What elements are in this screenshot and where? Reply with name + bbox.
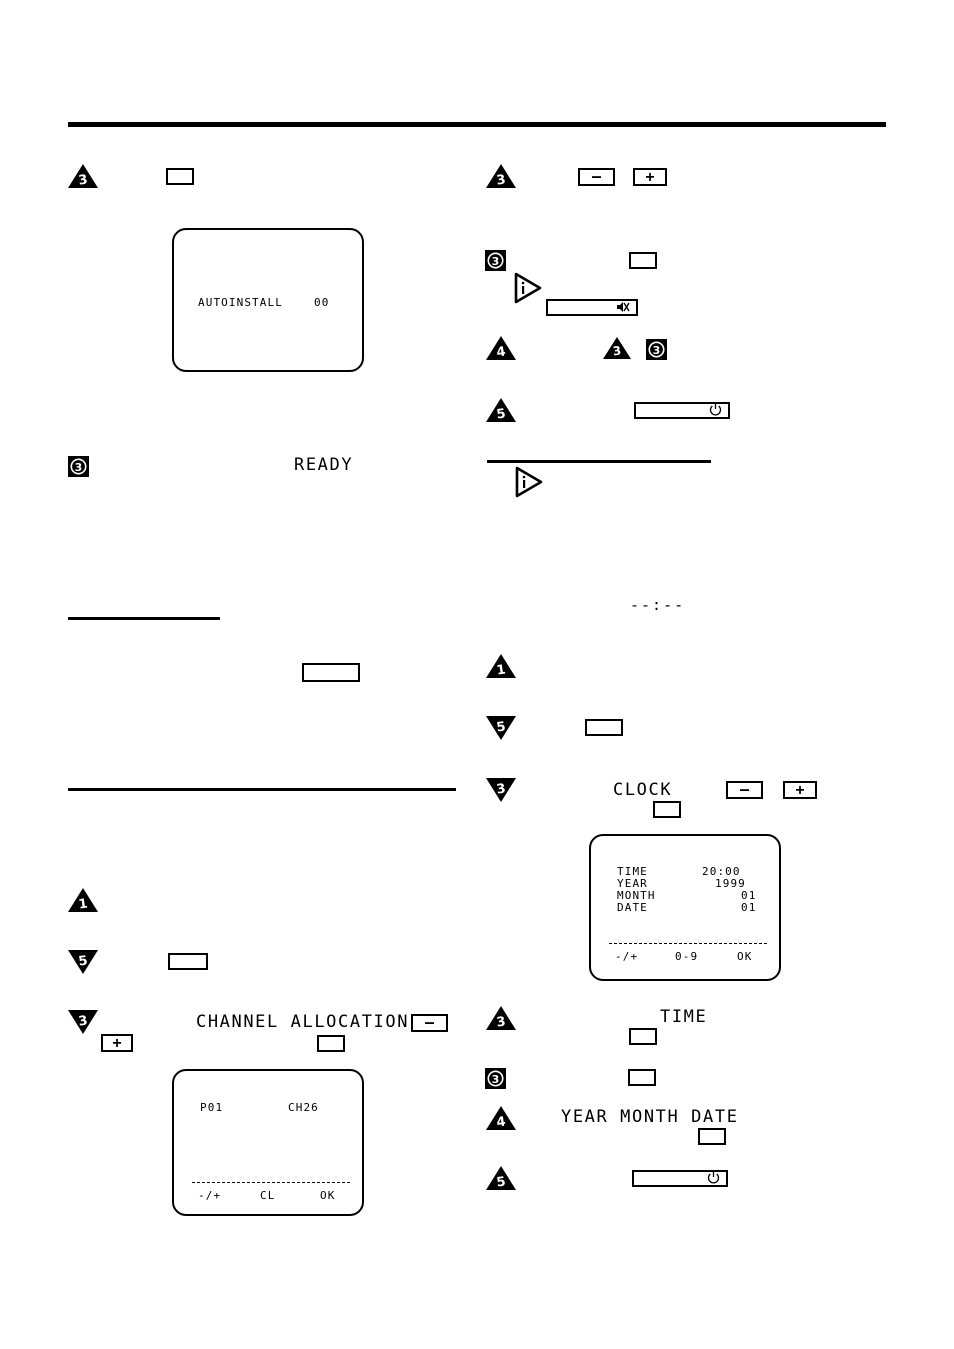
minus-key-right-1[interactable]: – (578, 168, 615, 186)
osd-channel: CH26 (288, 1101, 319, 1114)
step-marker-right-3b: 3 (485, 250, 506, 271)
minus-key-right-2[interactable]: – (726, 781, 763, 799)
clock-text: CLOCK (613, 780, 673, 800)
svg-text:3: 3 (653, 344, 661, 357)
blank-key-right-2[interactable] (585, 719, 623, 736)
osd-divider-channel (192, 1182, 350, 1183)
manual-page: 3 AUTOINSTALL 00 3 READY 1 5 3 CHANNEL A… (0, 0, 954, 1349)
year-month-date-text: YEAR MONTH DATE (561, 1107, 739, 1127)
step-marker-right-3e: 3 (485, 1068, 506, 1089)
tv-screen-clock: TIME 20:00 YEAR 1999 MONTH 01 DATE 01 -/… (589, 834, 781, 981)
osd-clock-footer-ok: OK (737, 950, 753, 963)
osd-footer-plusminus: -/+ (198, 1189, 222, 1202)
i-play-icon-2 (514, 466, 544, 502)
step-marker-right-4: 4 (486, 336, 516, 360)
osd-divider-clock (609, 943, 767, 944)
blank-key-right-4[interactable] (629, 1028, 657, 1045)
osd-autoinstall-value: 00 (314, 296, 330, 309)
time-text: TIME (660, 1007, 708, 1027)
step-marker-right-4b: 4 (486, 1106, 516, 1130)
ready-text: READY (294, 455, 354, 475)
step-marker-left-5: 5 (68, 950, 98, 974)
osd-autoinstall-label: AUTOINSTALL (198, 296, 283, 309)
blank-key-right-3[interactable] (653, 801, 681, 818)
blank-key-right-5[interactable] (628, 1069, 656, 1086)
minus-key-right-1-label: – (591, 167, 602, 186)
power-key-1[interactable] (634, 402, 730, 419)
minus-key-left-label: – (424, 1013, 435, 1032)
step-marker-right-3a: 3 (486, 164, 516, 188)
svg-text:3: 3 (492, 255, 500, 268)
blank-key-right-6[interactable] (698, 1128, 726, 1145)
step-marker-left-1: 1 (68, 888, 98, 912)
minus-key-left[interactable]: – (411, 1014, 448, 1032)
plus-key-left[interactable]: + (101, 1034, 133, 1052)
osd-program: P01 (200, 1101, 224, 1114)
i-play-icon-1 (513, 272, 543, 308)
step-marker-left-3c: 3 (68, 1010, 98, 1034)
step-marker-right-1: 1 (486, 654, 516, 678)
blank-key-left-2[interactable] (302, 663, 360, 682)
blank-key-right-1[interactable] (629, 252, 657, 269)
osd-clock-footer-plusminus: -/+ (615, 950, 639, 963)
minus-key-right-2-label: – (739, 780, 750, 799)
svg-text:3: 3 (75, 461, 83, 474)
ref-marker-right-3b: 3 (646, 339, 667, 360)
plus-key-right-2[interactable]: + (783, 781, 817, 799)
step-marker-left-3b: 3 (68, 456, 89, 477)
osd-footer-ok: OK (320, 1189, 336, 1202)
step-marker-right-3d: 3 (486, 1006, 516, 1030)
osd-footer-cl: CL (260, 1189, 276, 1202)
osd-clock-label-3: DATE (617, 901, 648, 914)
blank-key-left-3[interactable] (168, 953, 208, 970)
mute-speaker-icon (616, 300, 630, 316)
step-marker-right-5b: 5 (486, 716, 516, 740)
header-rule (68, 122, 886, 127)
step-marker-left-3a: 3 (68, 164, 98, 188)
step-marker-right-5: 5 (486, 398, 516, 422)
plus-key-right-1-label: + (645, 167, 655, 186)
section-rule-left-3 (68, 788, 456, 791)
plus-key-left-label: + (112, 1033, 122, 1052)
tv-screen-autoinstall: AUTOINSTALL 00 (172, 228, 364, 372)
ref-marker-right-3a: 3 (603, 337, 633, 361)
power-key-2[interactable] (632, 1170, 728, 1187)
osd-clock-footer-digits: 0-9 (675, 950, 699, 963)
section-rule-left-2 (68, 617, 220, 620)
blank-key-left-4[interactable] (317, 1035, 345, 1052)
osd-clock-value-3: 01 (741, 901, 757, 914)
plus-key-right-1[interactable]: + (633, 168, 667, 186)
power-icon-2 (707, 1171, 720, 1187)
channel-allocation-text: CHANNEL ALLOCATION (196, 1012, 410, 1032)
section-rule-right-1 (487, 460, 711, 463)
blank-key-left-1[interactable] (166, 168, 194, 185)
power-icon-1 (709, 403, 722, 419)
tv-screen-channel: P01 CH26 -/+ CL OK (172, 1069, 364, 1216)
step-marker-right-5c: 5 (486, 1166, 516, 1190)
mute-key[interactable] (546, 299, 638, 316)
time-placeholder-text: --:-- (630, 596, 686, 614)
svg-text:3: 3 (492, 1073, 500, 1086)
step-marker-right-3c: 3 (486, 778, 516, 802)
plus-key-right-2-label: + (795, 780, 805, 799)
